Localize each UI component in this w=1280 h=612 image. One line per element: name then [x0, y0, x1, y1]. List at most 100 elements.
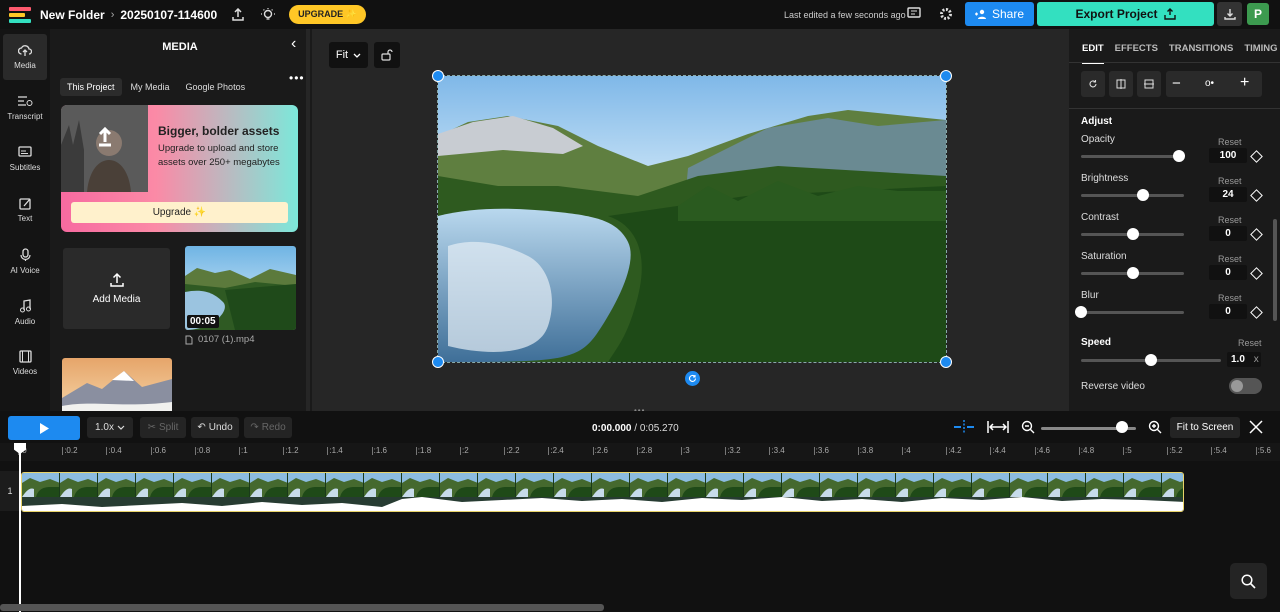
blur-slider[interactable] — [1075, 306, 1184, 318]
opacity-reset[interactable]: Reset — [1218, 137, 1242, 147]
blur-reset[interactable]: Reset — [1218, 293, 1242, 303]
contrast-slider-knob[interactable] — [1126, 228, 1139, 240]
resize-handle-bottom-left[interactable] — [432, 356, 444, 368]
brightness-slider-knob[interactable] — [1136, 189, 1149, 201]
media-file-name[interactable]: 0107 (1).mp4 — [185, 334, 255, 345]
nav-item-videos[interactable]: Videos — [3, 340, 47, 386]
nav-item-text[interactable]: Text — [3, 187, 47, 233]
contrast-slider[interactable] — [1081, 228, 1184, 240]
fit-timeline-icon[interactable] — [987, 420, 1009, 434]
tab-google-photos[interactable]: Google Photos — [179, 78, 253, 96]
opacity-keyframe-icon[interactable] — [1250, 150, 1263, 163]
brightness-value[interactable]: 24 — [1209, 187, 1247, 202]
opacity-slider-knob[interactable] — [1172, 150, 1185, 162]
timeline-zoom-knob[interactable] — [1115, 421, 1128, 433]
play-button[interactable] — [8, 416, 80, 440]
flip-vertical-button[interactable] — [1137, 71, 1161, 97]
speed-slider-knob[interactable] — [1145, 354, 1157, 366]
brightness-slider[interactable] — [1081, 189, 1184, 201]
snap-icon[interactable] — [953, 420, 975, 434]
ruler-tick: :0.6 — [150, 446, 166, 455]
flip-horizontal-button[interactable] — [1109, 71, 1133, 97]
contrast-keyframe-icon[interactable] — [1250, 228, 1263, 241]
nav-item-subtitles[interactable]: Subtitles — [3, 136, 47, 182]
search-button[interactable] — [1230, 563, 1267, 599]
tab-transitions[interactable]: TRANSITIONS — [1169, 43, 1233, 64]
video-preview[interactable] — [437, 75, 947, 363]
media-thumbnail-video[interactable]: 00:05 — [185, 246, 296, 330]
music-note-icon — [19, 298, 31, 312]
nav-item-media[interactable]: Media — [3, 34, 47, 80]
promo-upgrade-button[interactable]: Upgrade ✨ — [71, 202, 288, 223]
export-project-button[interactable]: Export Project — [1037, 2, 1214, 26]
zoom-in-icon[interactable] — [1148, 420, 1162, 434]
panel-resizer[interactable] — [306, 29, 310, 411]
contrast-reset[interactable]: Reset — [1218, 215, 1242, 225]
speed-reset[interactable]: Reset — [1238, 338, 1262, 348]
contrast-value[interactable]: 0 — [1209, 226, 1247, 241]
lightbulb-icon[interactable] — [261, 7, 276, 22]
tab-timing[interactable]: TIMING — [1244, 43, 1277, 64]
tab-effects[interactable]: EFFECTS — [1115, 43, 1158, 64]
download-button[interactable] — [1217, 2, 1242, 26]
collapse-panel-icon[interactable]: ‹ — [291, 35, 296, 53]
blur-keyframe-icon[interactable] — [1250, 306, 1263, 319]
resize-handle-top-right[interactable] — [940, 70, 952, 82]
rotate-tool-button[interactable] — [1081, 71, 1105, 97]
video-clip[interactable] — [21, 472, 1184, 512]
split-button[interactable]: ✂ Split — [140, 417, 186, 438]
nav-item-audio[interactable]: Audio — [3, 289, 47, 335]
undo-button[interactable]: ↶ Undo — [191, 417, 239, 438]
saturation-value[interactable]: 0 — [1209, 265, 1247, 280]
media-thumbnail-image[interactable] — [62, 358, 172, 411]
gear-icon[interactable] — [939, 7, 953, 21]
resize-handle-bottom-right[interactable] — [940, 356, 952, 368]
properties-scrollbar[interactable] — [1273, 219, 1277, 321]
nav-item-ai-voice[interactable]: AI Voice — [3, 238, 47, 284]
timeline-horizontal-scrollbar[interactable] — [0, 604, 604, 611]
share-upload-icon[interactable] — [231, 7, 245, 22]
speed-value: 1.0 — [1231, 354, 1245, 365]
share-button[interactable]: Share — [965, 2, 1034, 26]
add-media-button[interactable]: Add Media — [63, 248, 170, 329]
rotate-handle[interactable] — [685, 371, 700, 386]
close-icon[interactable] — [1249, 420, 1263, 434]
aspect-lock-button[interactable] — [374, 42, 400, 68]
blur-value[interactable]: 0 — [1209, 304, 1247, 319]
tab-edit[interactable]: EDIT — [1082, 43, 1104, 64]
comment-icon[interactable] — [907, 7, 921, 20]
brightness-reset[interactable]: Reset — [1218, 176, 1242, 186]
more-options-icon[interactable]: ••• — [289, 71, 305, 85]
folder-name[interactable]: New Folder — [40, 8, 105, 22]
playback-speed-dropdown[interactable]: 1.0x — [87, 417, 133, 438]
redo-button[interactable]: ↷ Redo — [244, 417, 292, 438]
upgrade-button[interactable]: UPGRADE ✨ — [289, 5, 366, 24]
nav-label: AI Voice — [10, 265, 40, 275]
project-name[interactable]: 20250107-114600 — [120, 8, 217, 22]
fit-to-screen-button[interactable]: Fit to Screen — [1170, 417, 1240, 438]
saturation-slider[interactable] — [1081, 267, 1184, 279]
blur-slider-knob[interactable] — [1075, 306, 1087, 318]
nav-item-transcript[interactable]: Transcript — [3, 85, 47, 131]
app-logo-icon[interactable] — [9, 6, 31, 23]
speed-value-field[interactable]: 1.0 x — [1227, 352, 1261, 367]
fit-dropdown[interactable]: Fit — [329, 42, 368, 68]
promo-image — [61, 105, 148, 192]
opacity-value[interactable]: 100 — [1209, 148, 1247, 163]
resize-handle-top-left[interactable] — [432, 70, 444, 82]
avatar[interactable]: P — [1247, 3, 1269, 25]
plus-icon[interactable]: + — [1240, 74, 1249, 92]
speed-slider[interactable] — [1081, 354, 1221, 366]
tab-my-media[interactable]: My Media — [124, 78, 177, 96]
saturation-keyframe-icon[interactable] — [1250, 267, 1263, 280]
saturation-slider-knob[interactable] — [1126, 267, 1139, 279]
saturation-reset[interactable]: Reset — [1218, 254, 1242, 264]
playhead[interactable] — [19, 446, 21, 612]
timeline-ruler[interactable]: :0:0.2:0.4:0.6:0.8:1:1.2:1.4:1.6:1.8:2:2… — [0, 443, 1280, 461]
reverse-video-toggle[interactable] — [1229, 378, 1262, 394]
brightness-keyframe-icon[interactable] — [1250, 189, 1263, 202]
minus-icon[interactable]: − — [1172, 75, 1181, 92]
opacity-slider[interactable] — [1081, 150, 1185, 162]
tab-this-project[interactable]: This Project — [60, 78, 122, 96]
zoom-out-icon[interactable] — [1021, 420, 1035, 434]
